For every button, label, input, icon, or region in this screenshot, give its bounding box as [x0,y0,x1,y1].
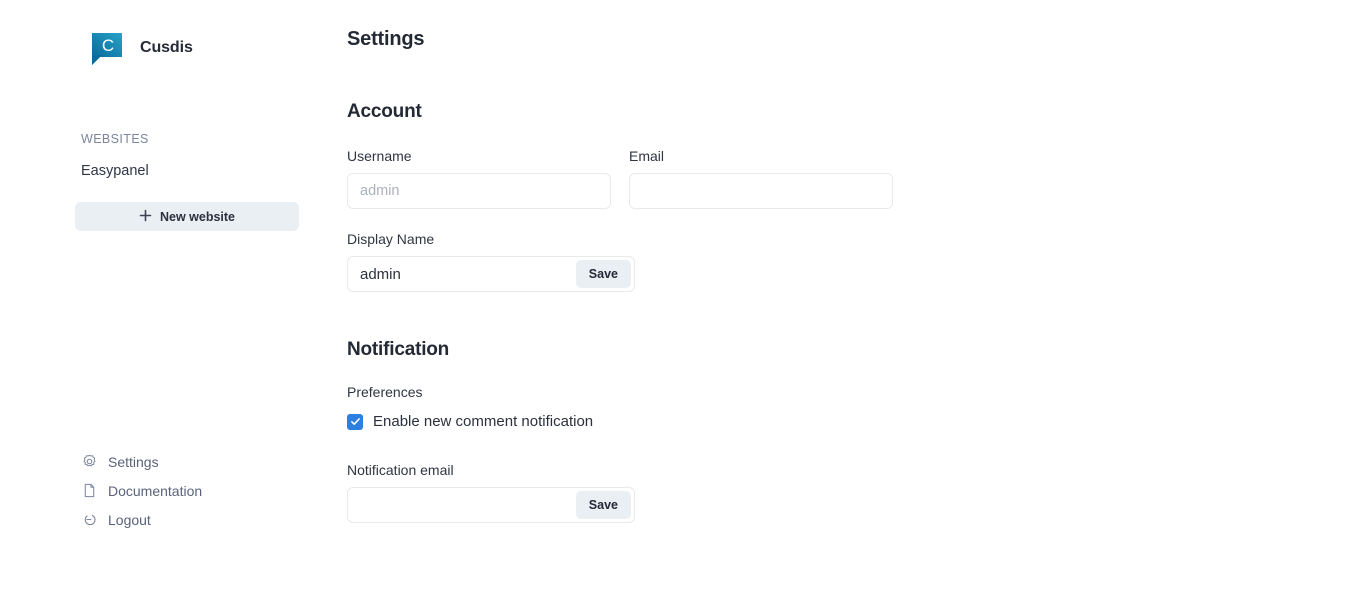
brand-name: Cusdis [140,39,193,57]
account-section-heading: Account [347,101,1365,123]
new-website-button[interactable]: New website [75,202,299,231]
username-label: Username [347,148,611,164]
page-title: Settings [347,28,1365,51]
enable-comment-notification-label: Enable new comment notification [373,413,593,430]
sidebar-item-label: Settings [108,454,159,470]
sidebar-item-label: Documentation [108,483,202,499]
sidebar-item-settings[interactable]: Settings [0,447,347,476]
enable-comment-notification-row: Enable new comment notification [347,413,1365,430]
gear-icon [82,454,97,469]
sidebar-item-logout[interactable]: Logout [0,505,347,534]
notification-email-input[interactable] [348,488,576,522]
account-fields-row: Username Email [347,148,1365,209]
sidebar-item-documentation[interactable]: Documentation [0,476,347,505]
app-root: C Cusdis WEBSITES Easypanel New website [0,0,1365,613]
new-website-button-label: New website [160,210,235,224]
display-name-field-group: Display Name Save [347,231,635,292]
save-notification-email-button[interactable]: Save [576,491,631,519]
display-name-label: Display Name [347,231,635,247]
notification-section-heading: Notification [347,339,1365,361]
sidebar-item-label: Logout [108,512,151,528]
main-content: Settings Account Username Email Display … [347,0,1365,613]
logout-icon [82,512,97,527]
notification-email-label: Notification email [347,462,635,478]
website-name: Easypanel [81,163,149,179]
enable-comment-notification-checkbox[interactable] [347,414,363,430]
display-name-row: Display Name Save [347,231,1365,292]
website-list: Easypanel [0,158,347,184]
sidebar-item-easypanel[interactable]: Easypanel [0,158,347,184]
save-display-name-button[interactable]: Save [576,260,631,288]
websites-section-label: WEBSITES [0,132,347,146]
document-icon [82,483,97,498]
sidebar-footer-nav: Settings Documentation [0,447,347,534]
display-name-input-wrapper: Save [347,256,635,292]
username-input[interactable] [347,173,611,209]
email-input[interactable] [629,173,893,209]
cusdis-speech-bubble-logo-icon: C [88,29,126,67]
notification-email-field-group: Notification email Save [347,462,635,523]
brand[interactable]: C Cusdis [0,25,347,71]
settings-page: Settings Account Username Email Display … [347,28,1365,523]
notification-email-row: Notification email Save [347,462,1365,523]
notification-email-input-wrapper: Save [347,487,635,523]
sidebar: C Cusdis WEBSITES Easypanel New website [0,0,347,613]
plus-icon [139,209,152,225]
preferences-label: Preferences [347,384,1365,400]
svg-text:C: C [102,36,114,55]
email-field-group: Email [629,148,893,209]
username-field-group: Username [347,148,611,209]
email-label: Email [629,148,893,164]
check-icon [350,416,361,427]
display-name-input[interactable] [348,257,576,291]
